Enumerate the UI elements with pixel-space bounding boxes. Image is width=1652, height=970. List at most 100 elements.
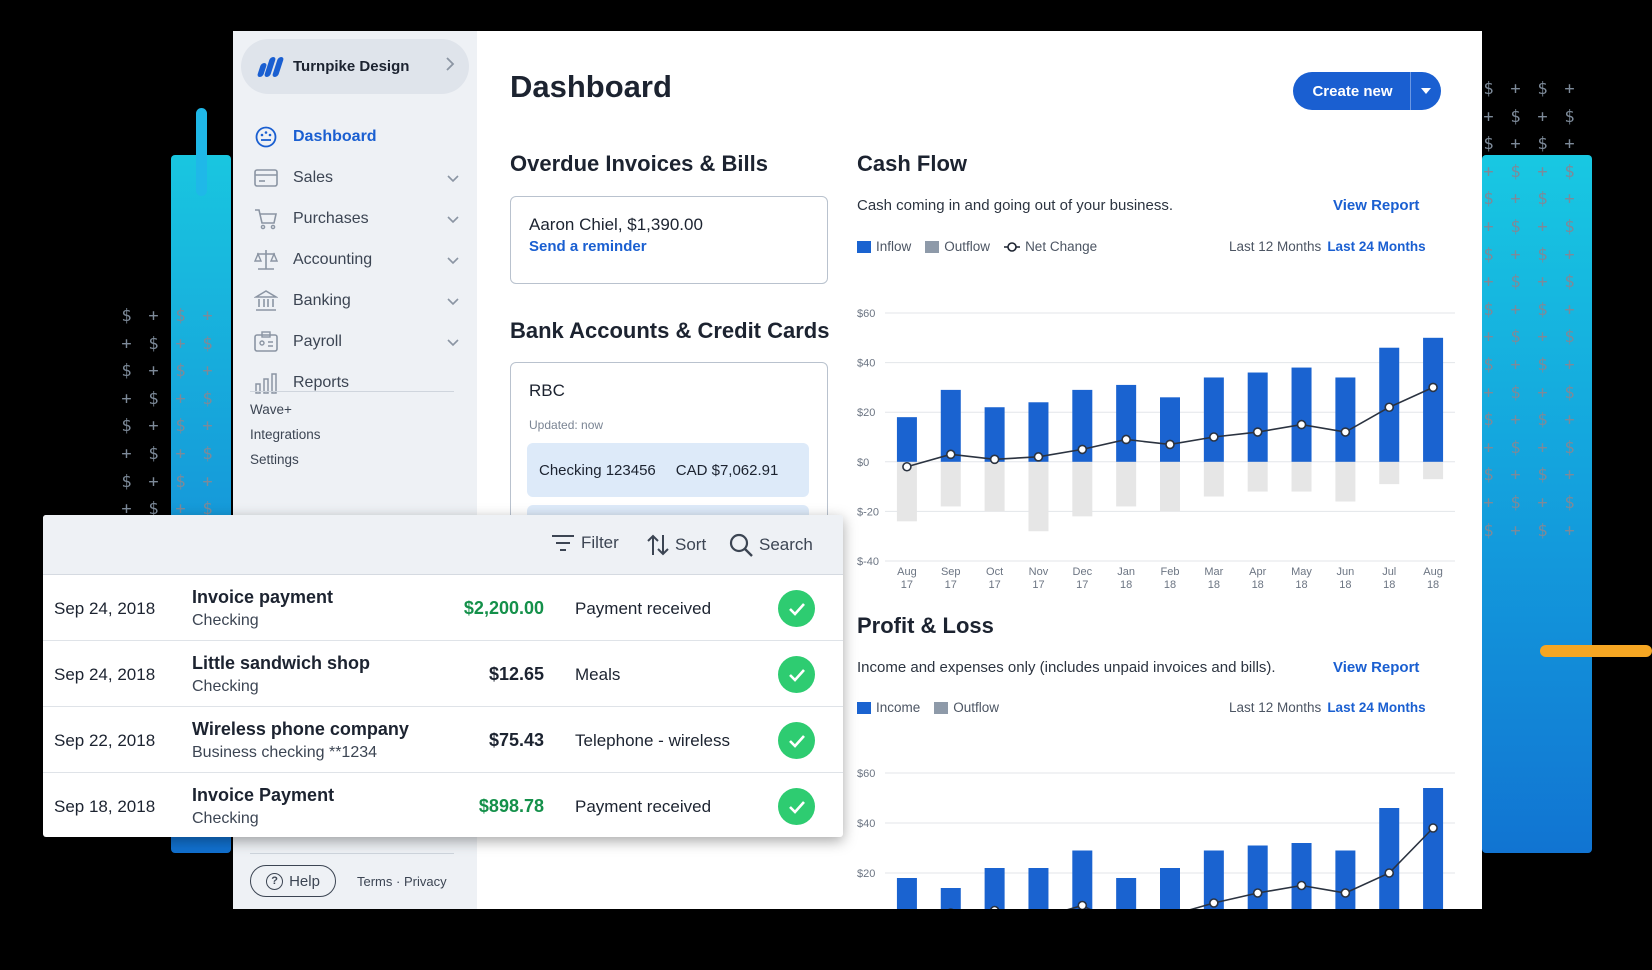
table-row[interactable]: Sep 22, 2018Wireless phone companyBusine… (43, 707, 843, 773)
inflow-bar (1248, 846, 1268, 910)
cash-flow-view-report-link[interactable]: View Report (1333, 197, 1419, 214)
decorative-symbol: $ (1502, 214, 1529, 242)
sidebar-item-sales[interactable]: Sales (253, 157, 473, 198)
dashboard-icon (253, 125, 279, 149)
send-reminder-link[interactable]: Send a reminder (529, 238, 809, 255)
decorative-symbol: + (140, 413, 167, 441)
decorative-symbol: + (1529, 269, 1556, 297)
chevron-down-icon[interactable] (447, 170, 459, 188)
transaction-category[interactable]: Meals (575, 665, 620, 685)
decorative-symbol: + (1556, 407, 1583, 435)
legend-item: Outflow (925, 239, 990, 254)
inflow-bar (897, 878, 917, 909)
net-change-point (903, 463, 911, 471)
decorative-symbol: $ (140, 441, 167, 469)
transaction-amount: $12.65 (489, 664, 544, 685)
chevron-down-icon[interactable] (447, 293, 459, 311)
decorative-symbol: $ (194, 386, 221, 414)
chevron-down-icon[interactable] (447, 252, 459, 270)
net-change-point (1210, 899, 1218, 907)
legend-item: Net Change (1004, 239, 1097, 254)
caret-down-icon[interactable] (1411, 72, 1441, 110)
x-tick-label: Oct (986, 566, 1003, 578)
profit-loss-view-report-link[interactable]: View Report (1333, 659, 1419, 676)
bank-name: RBC (529, 381, 565, 401)
transaction-account: Checking (192, 612, 259, 630)
create-new-button-group: Create new (1293, 72, 1441, 110)
inflow-bar (897, 417, 917, 462)
business-switcher[interactable]: Turnpike Design (241, 39, 469, 94)
decorative-symbol: + (1529, 490, 1556, 518)
transaction-description: Invoice payment (192, 587, 333, 608)
reviewed-check-icon[interactable] (778, 722, 815, 759)
x-tick-label: 18 (1383, 579, 1395, 591)
sidebar-item-reports[interactable]: Reports (253, 362, 473, 403)
x-tick-label: Jan (1117, 566, 1135, 578)
decorative-symbol: $ (1529, 352, 1556, 380)
net-change-point (991, 455, 999, 463)
net-change-point (1034, 453, 1042, 461)
table-row[interactable]: Sep 24, 2018Little sandwich shopChecking… (43, 641, 843, 707)
chevron-down-icon[interactable] (447, 211, 459, 229)
help-button[interactable]: ? Help (250, 865, 336, 897)
decorative-symbol: + (113, 441, 140, 469)
inflow-bar (1292, 843, 1312, 909)
inflow-bar (985, 407, 1005, 462)
range-24-months[interactable]: Last 24 Months (1327, 239, 1425, 254)
table-row[interactable]: Sep 18, 2018Invoice PaymentChecking$898.… (43, 773, 843, 837)
chevron-down-icon[interactable] (447, 334, 459, 352)
reviewed-check-icon[interactable] (778, 590, 815, 627)
inflow-bar (1292, 368, 1312, 462)
table-row[interactable]: Sep 24, 2018Invoice paymentChecking$2,20… (43, 575, 843, 641)
transaction-description: Wireless phone company (192, 719, 409, 740)
range-24-months[interactable]: Last 24 Months (1327, 700, 1425, 715)
bank-account-row[interactable]: Checking 123456 CAD $7,062.91 (527, 443, 809, 497)
decorative-symbol: + (140, 358, 167, 386)
search-button[interactable]: Search (729, 533, 813, 557)
transaction-description: Little sandwich shop (192, 653, 370, 674)
create-new-button[interactable]: Create new (1293, 83, 1410, 100)
sidebar-link-settings[interactable]: Settings (250, 452, 299, 467)
privacy-link[interactable]: Privacy (404, 874, 447, 889)
decorative-symbol: + (167, 441, 194, 469)
decorative-symbol: $ (1556, 324, 1583, 352)
transaction-category[interactable]: Payment received (575, 797, 711, 817)
net-change-point (1341, 428, 1349, 436)
sidebar-item-purchases[interactable]: Purchases (253, 198, 473, 239)
range-12-months[interactable]: Last 12 Months (1229, 239, 1321, 254)
decorative-symbol-pattern: $+$++$+$$+$++$+$$+$++$+$$+$++$+$$+$++$+$… (1475, 76, 1583, 545)
range-12-months[interactable]: Last 12 Months (1229, 700, 1321, 715)
terms-link[interactable]: Terms (357, 874, 392, 889)
decorative-symbol: $ (1529, 186, 1556, 214)
sidebar-link-integrations[interactable]: Integrations (250, 427, 321, 442)
reviewed-check-icon[interactable] (778, 788, 815, 825)
transaction-account: Checking (192, 810, 259, 828)
sidebar-link-wave-plus[interactable]: Wave+ (250, 402, 292, 417)
net-change-point (947, 450, 955, 458)
filter-button[interactable]: Filter (551, 533, 619, 553)
transaction-date: Sep 22, 2018 (54, 731, 155, 751)
transaction-category[interactable]: Payment received (575, 599, 711, 619)
net-change-point (1122, 435, 1130, 443)
sidebar-item-accounting[interactable]: Accounting (253, 239, 473, 280)
decorative-symbol: + (1502, 186, 1529, 214)
decorative-symbol: $ (1502, 159, 1529, 187)
sidebar-item-dashboard[interactable]: Dashboard (253, 116, 473, 157)
y-tick-label: $-20 (857, 506, 879, 518)
reviewed-check-icon[interactable] (778, 656, 815, 693)
transaction-category[interactable]: Telephone - wireless (575, 731, 730, 751)
transaction-account: Checking (192, 678, 259, 696)
decorative-symbol: + (194, 413, 221, 441)
wave-logo-icon (257, 55, 285, 79)
outflow-bar (1072, 462, 1092, 517)
decorative-symbol: + (1556, 76, 1583, 104)
sidebar-item-payroll[interactable]: Payroll (253, 321, 473, 362)
cash-flow-legend: Inflow Outflow Net Change (857, 239, 1111, 254)
decorative-symbol: + (194, 303, 221, 331)
x-tick-label: 17 (945, 579, 957, 591)
sidebar-item-banking[interactable]: Banking (253, 280, 473, 321)
x-tick-label: 18 (1164, 579, 1176, 591)
transactions-toolbar: Filter Sort Search (43, 515, 843, 575)
decorative-symbol: + (113, 386, 140, 414)
sort-button[interactable]: Sort (647, 533, 706, 557)
